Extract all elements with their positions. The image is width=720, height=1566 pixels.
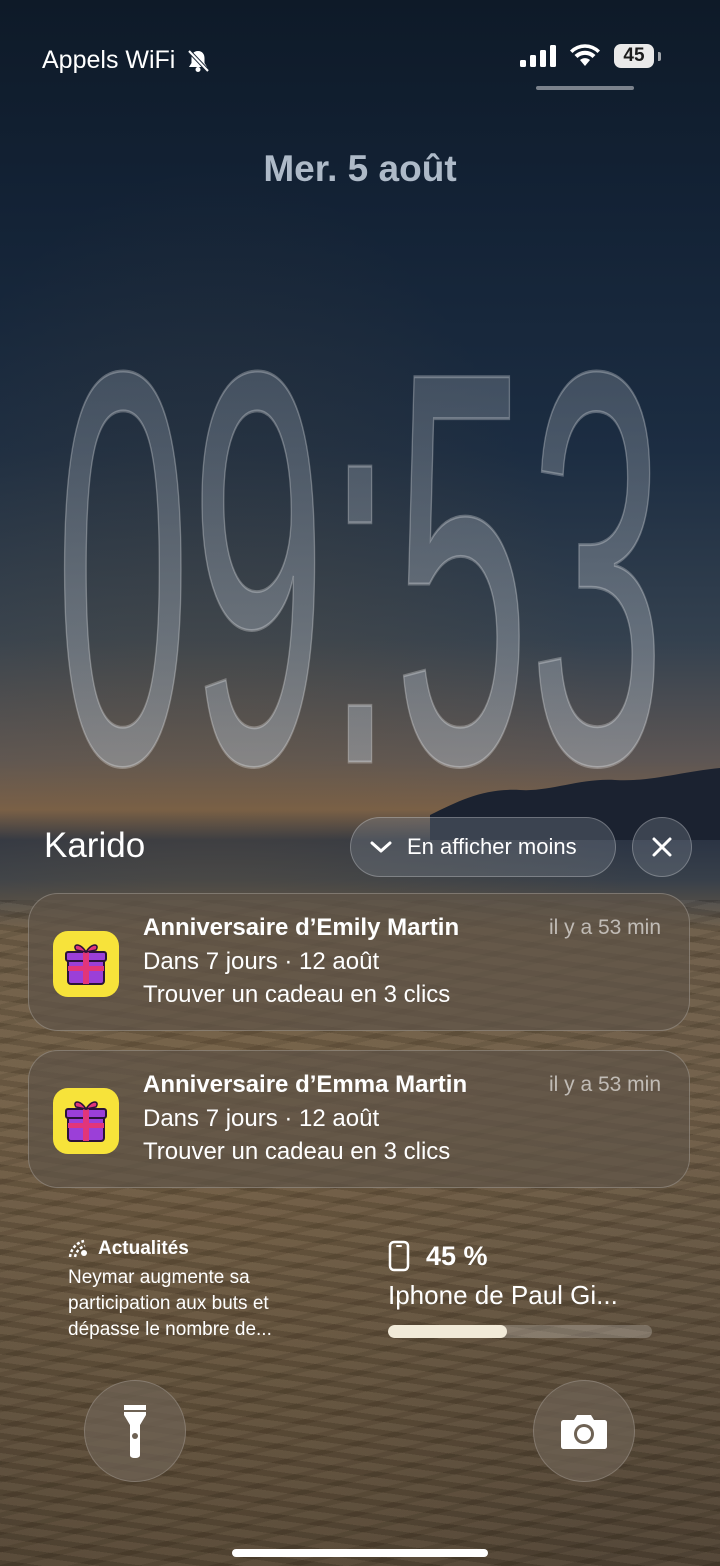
status-carrier: Appels WiFi bbox=[42, 46, 211, 75]
lock-date: Mer. 5 août bbox=[263, 148, 457, 189]
lock-clock: 09:53 bbox=[54, 254, 667, 781]
battery-percent: 45 % bbox=[426, 1240, 488, 1271]
camera-button[interactable] bbox=[533, 1380, 635, 1482]
gift-icon bbox=[65, 1101, 107, 1142]
news-widget-header: Actualités bbox=[68, 1238, 338, 1260]
app-icon bbox=[53, 1088, 119, 1154]
battery-device-name: Iphone de Paul Gi... bbox=[388, 1280, 618, 1310]
battery-widget[interactable]: 45 % Iphone de Paul Gi... bbox=[388, 1240, 652, 1338]
carrier-label: Appels WiFi bbox=[42, 46, 176, 74]
battery-level-fill bbox=[388, 1325, 507, 1338]
notification-subtitle: Dans 7 jours · 12 août bbox=[143, 1105, 380, 1132]
battery-indicator: 45 bbox=[614, 44, 661, 68]
notification-group-title: Karido bbox=[44, 826, 146, 865]
close-icon bbox=[652, 837, 672, 857]
gift-icon bbox=[65, 944, 107, 985]
lock-time: 09:53 bbox=[55, 255, 665, 780]
notification-card[interactable]: Anniversaire d’Emily Martin il y a 53 mi… bbox=[28, 893, 690, 1031]
news-icon bbox=[68, 1239, 87, 1258]
wifi-icon bbox=[570, 44, 600, 66]
signal-bars-icon bbox=[520, 45, 556, 67]
news-widget-headline: Neymar augmente sa participation aux but… bbox=[68, 1267, 272, 1340]
notification-body: Trouver un cadeau en 3 clics bbox=[143, 981, 451, 1008]
notification-card[interactable]: Anniversaire d’Emma Martin il y a 53 min… bbox=[28, 1050, 690, 1188]
clear-group-button[interactable] bbox=[632, 817, 692, 877]
notification-title: Anniversaire d’Emily Martin bbox=[143, 914, 460, 941]
notification-subtitle: Dans 7 jours · 12 août bbox=[143, 948, 380, 975]
status-icons: 45 bbox=[520, 44, 661, 68]
notification-center-handle[interactable] bbox=[536, 86, 634, 90]
battery-level-bar bbox=[388, 1325, 652, 1338]
phone-icon bbox=[388, 1240, 410, 1272]
home-indicator[interactable] bbox=[232, 1549, 488, 1557]
show-less-label: En afficher moins bbox=[407, 834, 577, 859]
app-icon bbox=[53, 931, 119, 997]
camera-icon bbox=[561, 1415, 607, 1449]
news-widget-title: Actualités bbox=[98, 1238, 189, 1259]
bell-slash-icon bbox=[187, 49, 210, 72]
show-less-button[interactable]: En afficher moins bbox=[350, 817, 616, 877]
notification-title: Anniversaire d’Emma Martin bbox=[143, 1071, 468, 1098]
flashlight-button[interactable] bbox=[84, 1380, 186, 1482]
notification-time: il y a 53 min bbox=[548, 916, 661, 939]
flashlight-icon bbox=[124, 1405, 146, 1458]
battery-widget-header: 45 % bbox=[388, 1240, 652, 1272]
news-widget[interactable]: Actualités Neymar augmente sa participat… bbox=[68, 1238, 338, 1343]
notification-time: il y a 53 min bbox=[548, 1073, 661, 1096]
chevron-down-icon bbox=[370, 841, 392, 853]
notification-body: Trouver un cadeau en 3 clics bbox=[143, 1138, 451, 1165]
